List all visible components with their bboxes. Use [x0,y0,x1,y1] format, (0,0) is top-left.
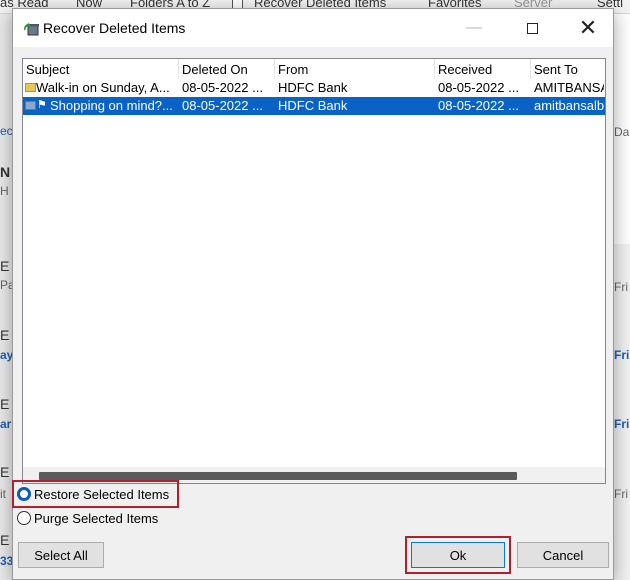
item-sent-to: AMITBANSA [534,80,604,95]
bg-fragment: Pa [0,278,12,292]
deleted-items-list[interactable]: Subject Deleted On From Received Sent To… [22,58,606,484]
select-all-button[interactable]: Select All [18,542,104,568]
item-from: HDFC Bank [278,98,348,113]
column-header-received[interactable]: Received [438,62,492,77]
bg-fragment: E [0,396,10,412]
purge-label: Purge Selected Items [34,510,159,526]
column-divider[interactable] [530,59,531,79]
restore-label: Restore Selected Items [34,486,170,502]
bg-fragment: 33 [0,554,12,568]
bg-fragment: it [0,487,6,501]
item-subject: Shopping on mind?... [50,98,173,113]
bg-fragment: H [0,184,9,198]
column-header-from[interactable]: From [278,62,308,77]
bg-fragment: E [0,327,10,343]
column-header-subject[interactable]: Subject [26,62,69,77]
bg-fragment: ay [0,348,12,362]
minimize-button[interactable]: — [451,9,497,47]
bg-fragment: ec [0,124,12,138]
restore-option[interactable]: Restore Selected Items [17,484,169,504]
recycle-mail-icon [24,23,39,36]
maximize-button[interactable] [509,9,555,47]
item-received: 08-05-2022 ... [438,80,519,95]
bg-fragment: Fri [614,417,630,431]
flag-icon: ⚑ [37,99,47,111]
column-divider[interactable] [274,59,275,79]
list-header: Subject Deleted On From Received Sent To [23,59,605,79]
dialog-titlebar[interactable]: Recover Deleted Items — ✕ [13,9,613,47]
item-subject: Walk-in on Sunday, A... [36,80,170,95]
bg-fragment: Fri [614,348,630,362]
dialog-title: Recover Deleted Items [43,20,186,36]
column-header-sent-to[interactable]: Sent To [534,62,578,77]
column-divider[interactable] [434,59,435,79]
recover-deleted-items-dialog: Recover Deleted Items — ✕ Subject Delete… [12,8,614,580]
bg-fragment: Da [614,125,630,139]
item-deleted-on: 08-05-2022 ... [182,80,263,95]
close-button[interactable]: ✕ [565,9,611,47]
maximize-icon [526,22,538,34]
cancel-button[interactable]: Cancel [517,542,609,568]
bg-fragment: Fri [614,487,628,501]
item-from: HDFC Bank [278,80,348,95]
item-deleted-on: 08-05-2022 ... [182,98,263,113]
scrollbar-thumb[interactable] [39,472,517,480]
open-envelope-icon [25,101,36,110]
list-item[interactable]: Walk-in on Sunday, A... 08-05-2022 ... H… [23,79,605,97]
item-sent-to: amitbansalbp [534,98,606,113]
purge-option[interactable]: Purge Selected Items [17,508,158,528]
item-received: 08-05-2022 ... [438,98,519,113]
bg-fragment: Fri [614,280,628,294]
column-divider[interactable] [178,59,179,79]
bg-fragment: E [0,258,10,274]
bg-fragment: N [0,164,11,180]
bg-fragment: ar [0,417,12,431]
ok-button[interactable]: Ok [411,542,505,568]
closed-envelope-icon [25,83,36,92]
bg-fragment: E [0,532,10,548]
purge-radio[interactable] [17,511,31,525]
list-item-selected[interactable]: ⚑ Shopping on mind?... 08-05-2022 ... HD… [23,97,606,115]
bg-fragment: E [0,464,10,480]
column-header-deleted-on[interactable]: Deleted On [182,62,248,77]
restore-radio[interactable] [17,487,31,501]
